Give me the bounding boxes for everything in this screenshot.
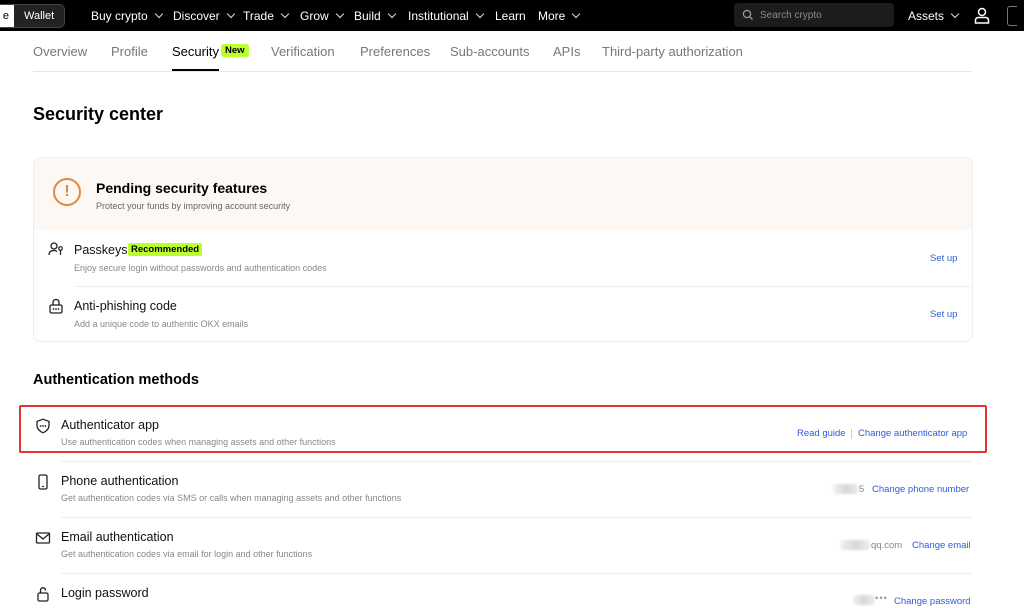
highlight-box [19, 405, 987, 453]
email-value: qq.com [871, 540, 903, 551]
phone-number-value: 5 [859, 484, 865, 495]
chevron-down-icon [387, 9, 396, 19]
nav-buy-crypto[interactable]: Buy crypto [91, 0, 163, 31]
window-edge [1007, 6, 1017, 26]
tab-profile[interactable]: Profile [111, 44, 148, 59]
tab-overview[interactable]: Overview [33, 44, 87, 59]
nav-label: Trade [243, 8, 274, 23]
nav-learn[interactable]: Learn [495, 0, 526, 31]
search-icon [742, 9, 753, 20]
pending-banner: ! Pending security features Protect your… [34, 158, 972, 230]
tab-preferences[interactable]: Preferences [360, 44, 430, 59]
tab-apis[interactable]: APIs [553, 44, 580, 59]
chevron-down-icon [280, 9, 290, 19]
pending-subtitle: Protect your funds by improving account … [96, 201, 291, 211]
nav-label: Institutional [408, 8, 469, 23]
nav-label: Discover [173, 8, 220, 23]
nav-label: More [538, 8, 566, 23]
chevron-down-icon [226, 9, 235, 19]
tab-security[interactable]: Security [172, 44, 219, 59]
phone-icon [38, 474, 48, 490]
anti-phishing-setup-link[interactable]: Set up [930, 309, 957, 320]
pending-item-passkeys: Passkeys Recommended Enjoy secure login … [34, 230, 972, 286]
auth-method-desc: Get authentication codes via SMS or call… [61, 493, 402, 503]
assets-menu[interactable]: Assets [908, 0, 960, 31]
masked-phone-number [833, 484, 859, 494]
tab-sub-accounts[interactable]: Sub-accounts [450, 44, 530, 59]
nav-label: Buy crypto [91, 8, 148, 23]
nav-trade[interactable]: Trade [243, 0, 290, 31]
page-title: Security center [33, 104, 164, 124]
chevron-down-icon [950, 9, 960, 19]
account-tabs: Overview Profile Security New Verificati… [33, 31, 972, 72]
warning-icon: ! [53, 178, 81, 206]
chevron-down-icon [154, 9, 163, 19]
change-email-link[interactable]: Change email [912, 540, 971, 551]
lock-icon [37, 587, 49, 602]
pending-item-desc: Add a unique code to authentic OKX email… [74, 319, 249, 329]
nav-grow[interactable]: Grow [300, 0, 344, 31]
search-placeholder: Search crypto [760, 9, 822, 21]
search-input[interactable]: Search crypto [734, 3, 894, 27]
nav-discover[interactable]: Discover [173, 0, 235, 31]
anti-phishing-icon [49, 298, 63, 314]
auth-method-title: Login password [61, 586, 149, 600]
pending-title: Pending security features [96, 180, 268, 196]
auth-method-title: Email authentication [61, 530, 174, 544]
new-badge: New [221, 44, 249, 57]
auth-methods-heading: Authentication methods [33, 372, 199, 388]
pending-item-desc: Enjoy secure login without passwords and… [74, 263, 327, 273]
nav-label: Build [354, 8, 381, 23]
pending-security-card: ! Pending security features Protect your… [33, 157, 973, 342]
recommended-badge: Recommended [128, 243, 203, 256]
nav-label: Assets [908, 8, 945, 23]
nav-more[interactable]: More [538, 0, 581, 31]
nav-build[interactable]: Build [354, 0, 396, 31]
auth-method-title: Phone authentication [61, 474, 179, 488]
masked-password [853, 595, 875, 605]
tab-third-party-authorization[interactable]: Third-party authorization [602, 44, 743, 59]
nav-label: Grow [300, 8, 329, 23]
exchange-toggle[interactable]: e [0, 5, 14, 27]
chevron-down-icon [475, 9, 484, 19]
auth-method-email: Email authentication Get authentication … [33, 518, 971, 573]
user-icon[interactable] [974, 7, 990, 24]
auth-method-desc: Get authentication codes via email for l… [61, 549, 313, 559]
masked-email [840, 540, 870, 550]
passkey-icon [48, 242, 63, 256]
pending-item-title: Passkeys [74, 243, 128, 257]
auth-method-phone: Phone authentication Get authentication … [33, 462, 971, 517]
password-value: ••• [875, 593, 888, 604]
top-navigation-bar: e Wallet Buy crypto Discover Trade Grow … [0, 0, 1024, 31]
nav-label: Learn [495, 8, 526, 23]
pending-item-title: Anti-phishing code [74, 299, 177, 313]
auth-method-login-password: Login password ••• Change password [33, 574, 971, 608]
passkeys-setup-link[interactable]: Set up [930, 253, 957, 264]
chevron-down-icon [335, 9, 344, 19]
nav-institutional[interactable]: Institutional [408, 0, 484, 31]
chevron-down-icon [572, 9, 581, 19]
mode-switch[interactable]: e Wallet [0, 4, 66, 28]
pending-item-anti-phishing: Anti-phishing code Add a unique code to … [34, 286, 972, 341]
change-phone-number-link[interactable]: Change phone number [872, 484, 969, 495]
tab-verification[interactable]: Verification [271, 44, 335, 59]
active-tab-indicator [172, 69, 219, 71]
change-password-link[interactable]: Change password [894, 596, 971, 607]
wallet-toggle[interactable]: Wallet [14, 5, 65, 27]
email-icon [35, 532, 51, 544]
